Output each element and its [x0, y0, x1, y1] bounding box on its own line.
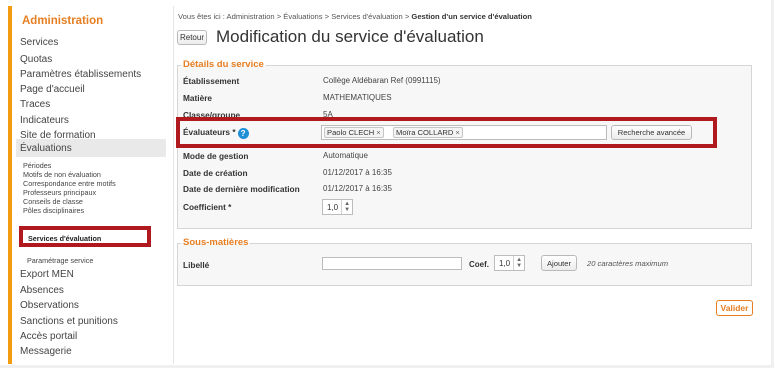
sidebar-subitem-poles-disciplinaires[interactable]: Pôles disciplinaires [23, 206, 84, 215]
breadcrumb: Vous êtes ici : Administration > Évaluat… [178, 12, 532, 21]
date-modification-label: Date de dernière modification [183, 184, 300, 194]
coefficient-label: Coefficient * [183, 202, 232, 212]
libelle-label: Libellé [183, 260, 210, 270]
coef-label: Coef. [469, 260, 489, 269]
libelle-input[interactable] [322, 257, 462, 270]
add-button[interactable]: Ajouter [541, 255, 577, 271]
sidebar-item-absences[interactable]: Absences [20, 285, 64, 296]
etablissement-label: Établissement [183, 76, 240, 86]
sous-matieres-legend: Sous-matières [181, 237, 251, 248]
sidebar-item-quotas[interactable]: Quotas [20, 54, 52, 65]
sidebar-title: Administration [22, 15, 104, 27]
sidebar-subitem-correspondance-motifs[interactable]: Correspondance entre motifs [23, 179, 116, 188]
sidebar-highlight-box [19, 226, 151, 247]
matiere-value: MATHEMATIQUES [323, 93, 392, 102]
sidebar-subitem-periodes[interactable]: Périodes [23, 161, 51, 170]
coefficient-value: 1,0 [327, 203, 339, 212]
date-modification-value: 01/12/2017 à 16:35 [323, 184, 392, 193]
sidebar-item-observations[interactable]: Observations [20, 300, 79, 311]
sous-matiere-coef-value: 1,0 [499, 259, 511, 268]
sidebar-item-traces[interactable]: Traces [20, 99, 50, 110]
sidebar-item-parametres-etablissements[interactable]: Paramètres établissements [20, 69, 141, 80]
sidebar-subitem-conseils-classe[interactable]: Conseils de classe [23, 197, 83, 206]
back-button[interactable]: Retour [177, 30, 207, 45]
mode-gestion-label: Mode de gestion [183, 151, 249, 161]
breadcrumb-current: Gestion d'un service d'évaluation [411, 12, 532, 21]
sidebar-subitem-parametrage-service[interactable]: Paramétrage service [27, 256, 93, 265]
sidebar-item-page-accueil[interactable]: Page d'accueil [20, 84, 85, 95]
sidebar-subitem-motifs-non-evaluation[interactable]: Motifs de non évaluation [23, 170, 101, 179]
sous-matiere-coef-stepper[interactable]: 1,0 ▲ ▼ [494, 255, 526, 271]
date-creation-label: Date de création [183, 168, 248, 178]
max-length-hint: 20 caractères maximum [587, 259, 669, 268]
evaluateurs-highlight-box [176, 117, 717, 148]
date-creation-value: 01/12/2017 à 16:35 [323, 168, 392, 177]
matiere-label: Matière [183, 93, 213, 103]
sidebar-item-export-men[interactable]: Export MEN [20, 269, 74, 280]
stepper-arrows[interactable]: ▲ ▼ [341, 200, 352, 214]
sidebar-item-indicateurs[interactable]: Indicateurs [20, 115, 69, 126]
sidebar-item-messagerie[interactable]: Messagerie [20, 346, 72, 357]
chevron-down-icon[interactable]: ▼ [344, 207, 350, 213]
sidebar-item-services[interactable]: Services [20, 37, 58, 48]
stepper-arrows[interactable]: ▲ ▼ [513, 256, 524, 270]
sidebar-item-evaluations[interactable]: Évaluations [20, 143, 72, 154]
etablissement-value: Collège Aldébaran Ref (0991115) [323, 76, 441, 85]
sidebar-item-sanctions-punitions[interactable]: Sanctions et punitions [20, 316, 118, 327]
submit-button[interactable]: Valider [716, 300, 753, 316]
coefficient-stepper[interactable]: 1,0 ▲ ▼ [322, 199, 354, 215]
breadcrumb-path[interactable]: Vous êtes ici : Administration > Évaluat… [178, 12, 411, 21]
details-legend: Détails du service [181, 59, 266, 70]
mode-gestion-value: Automatique [323, 151, 368, 160]
chevron-down-icon[interactable]: ▼ [516, 263, 522, 269]
page-title: Modification du service d'évaluation [216, 27, 484, 46]
sidebar-subitem-professeurs-principaux[interactable]: Professeurs principaux [23, 188, 96, 197]
sidebar-item-acces-portail[interactable]: Accès portail [20, 331, 77, 342]
